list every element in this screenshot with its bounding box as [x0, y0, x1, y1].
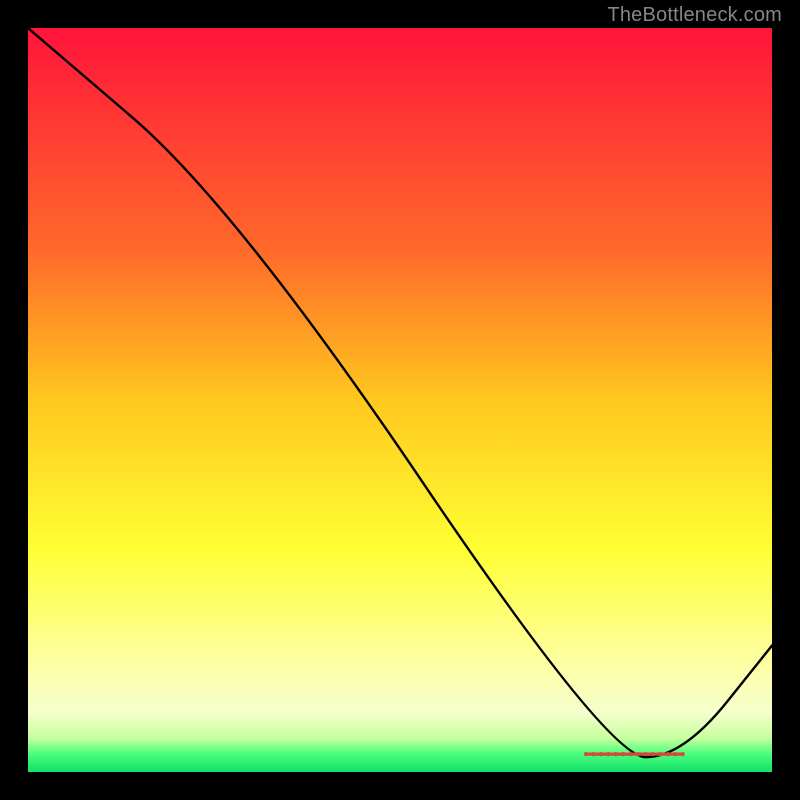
chart-container	[28, 28, 772, 772]
highlight-marker	[606, 752, 610, 756]
chart-svg	[28, 28, 772, 772]
highlight-marker	[614, 752, 618, 756]
highlight-marker	[651, 752, 655, 756]
highlight-marker	[681, 752, 685, 756]
highlight-marker	[673, 752, 677, 756]
watermark-text: TheBottleneck.com	[607, 4, 782, 27]
gradient-background	[28, 28, 772, 772]
highlight-marker	[666, 752, 670, 756]
highlight-marker	[658, 752, 662, 756]
highlight-marker	[621, 752, 625, 756]
highlight-marker	[599, 752, 603, 756]
highlight-marker	[643, 752, 647, 756]
highlight-marker	[629, 752, 633, 756]
highlight-marker-group	[584, 752, 685, 756]
highlight-marker	[636, 752, 640, 756]
highlight-marker	[584, 752, 588, 756]
highlight-marker	[591, 752, 595, 756]
